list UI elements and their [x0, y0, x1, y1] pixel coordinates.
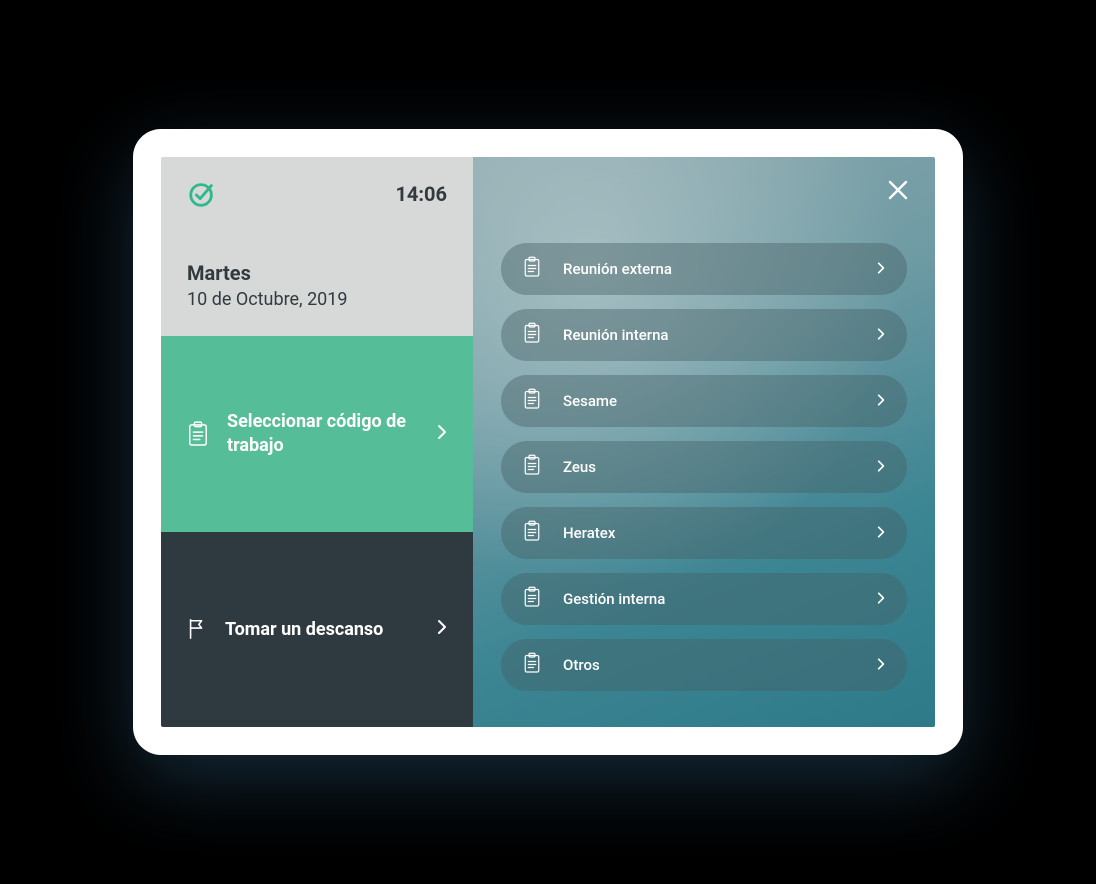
- right-panel: Reunión externa Reunión interna: [473, 157, 935, 727]
- clock-time: 14:06: [395, 182, 447, 206]
- work-code-label: Reunión externa: [563, 260, 855, 278]
- work-code-item[interactable]: Heratex: [501, 507, 907, 559]
- app-screen: 14:06 Martes 10 de Octubre, 2019 Selecci…: [161, 157, 935, 727]
- work-code-label: Otros: [563, 656, 855, 674]
- chevron-right-icon: [877, 590, 885, 609]
- date-label: 10 de Octubre, 2019: [187, 289, 447, 310]
- clipboard-icon: [523, 652, 541, 678]
- clipboard-icon: [523, 388, 541, 414]
- close-button[interactable]: [887, 179, 909, 201]
- chevron-right-icon: [437, 424, 447, 444]
- chevron-right-icon: [877, 326, 885, 345]
- left-header: 14:06 Martes 10 de Octubre, 2019: [161, 157, 473, 336]
- work-code-label: Heratex: [563, 524, 855, 542]
- chevron-right-icon: [877, 524, 885, 543]
- left-panel: 14:06 Martes 10 de Octubre, 2019 Selecci…: [161, 157, 473, 727]
- day-label: Martes: [187, 261, 447, 285]
- header-top-row: 14:06: [187, 179, 447, 209]
- work-code-label: Reunión interna: [563, 326, 855, 344]
- work-code-label: Zeus: [563, 458, 855, 476]
- chevron-right-icon: [877, 392, 885, 411]
- device-frame: 14:06 Martes 10 de Octubre, 2019 Selecci…: [133, 129, 963, 755]
- select-work-code-label: Seleccionar código de trabajo: [227, 410, 419, 457]
- flag-icon: [187, 618, 207, 640]
- take-break-button[interactable]: Tomar un descanso: [161, 532, 473, 728]
- work-code-label: Gestión interna: [563, 590, 855, 608]
- work-code-item[interactable]: Sesame: [501, 375, 907, 427]
- select-work-code-button[interactable]: Seleccionar código de trabajo: [161, 336, 473, 532]
- work-code-item[interactable]: Gestión interna: [501, 573, 907, 625]
- clipboard-icon: [187, 421, 209, 447]
- clipboard-icon: [523, 454, 541, 480]
- clipboard-icon: [523, 520, 541, 546]
- app-logo-icon: [187, 179, 217, 209]
- chevron-right-icon: [877, 656, 885, 675]
- clipboard-icon: [523, 322, 541, 348]
- work-code-list: Reunión externa Reunión interna: [501, 243, 907, 691]
- chevron-right-icon: [437, 619, 447, 639]
- take-break-label: Tomar un descanso: [225, 618, 419, 641]
- chevron-right-icon: [877, 458, 885, 477]
- work-code-label: Sesame: [563, 392, 855, 410]
- work-code-item[interactable]: Zeus: [501, 441, 907, 493]
- work-code-item[interactable]: Reunión externa: [501, 243, 907, 295]
- work-code-item[interactable]: Otros: [501, 639, 907, 691]
- clipboard-icon: [523, 256, 541, 282]
- clipboard-icon: [523, 586, 541, 612]
- chevron-right-icon: [877, 260, 885, 279]
- work-code-item[interactable]: Reunión interna: [501, 309, 907, 361]
